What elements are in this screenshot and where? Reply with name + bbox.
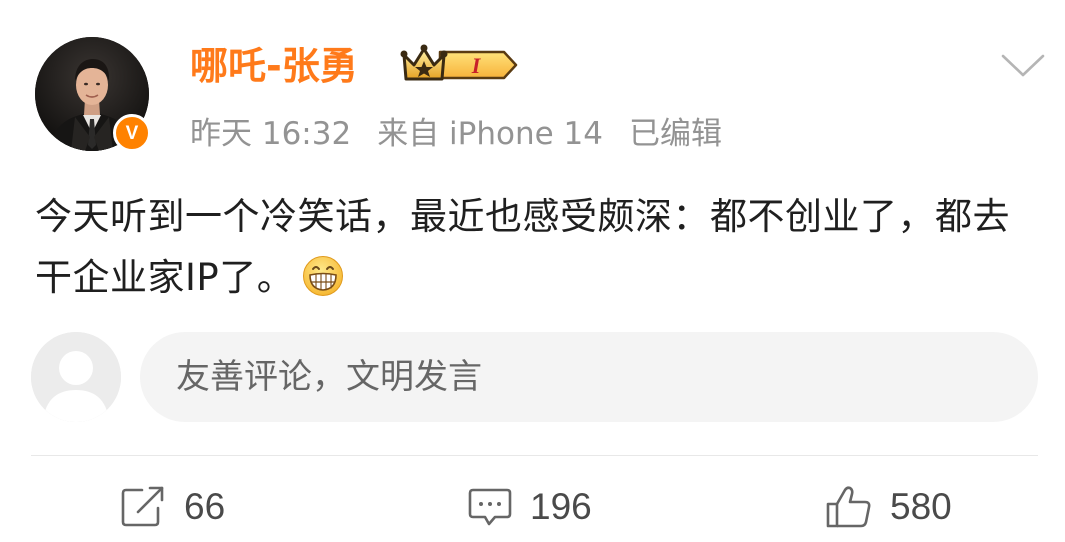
author-name[interactable]: 哪吒-张勇 <box>190 40 358 92</box>
share-icon <box>121 486 164 527</box>
default-avatar-icon[interactable] <box>31 332 121 422</box>
repost-button[interactable]: 66 <box>120 484 225 530</box>
comment-input[interactable] <box>140 332 1038 422</box>
edited-label[interactable]: 已编辑 <box>629 108 722 153</box>
post-text: 今天听到一个冷笑话，最近也感受颇深：都不创业了，都去干企业家IP了。 <box>35 195 1010 299</box>
post-header: V 哪吒-张勇 I 昨天 16:32 来自 iPhone 14 已编辑 <box>0 0 1065 165</box>
grinning-face-icon <box>303 256 344 296</box>
chevron-down-icon[interactable] <box>1000 52 1046 80</box>
comment-row <box>0 326 1065 426</box>
comment-count: 196 <box>530 486 592 527</box>
thumbs-up-icon <box>826 486 871 528</box>
post-time: 昨天 16:32 <box>190 115 352 152</box>
like-count: 580 <box>890 486 952 527</box>
post-source: 来自 iPhone 14 <box>377 115 603 152</box>
verified-badge-icon: V <box>113 114 151 152</box>
like-button[interactable]: 580 <box>826 484 952 530</box>
rank-level-label: I <box>471 53 482 78</box>
post-meta: 昨天 16:32 来自 iPhone 14 已编辑 <box>190 108 722 153</box>
post-content: 今天听到一个冷笑话，最近也感受颇深：都不创业了，都去干企业家IP了。 <box>35 186 1035 308</box>
comment-button[interactable]: 196 <box>468 484 592 530</box>
repost-count: 66 <box>184 486 226 527</box>
divider <box>31 455 1038 456</box>
comment-icon <box>468 488 512 526</box>
crown-rank-badge-icon[interactable]: I <box>400 43 520 87</box>
action-bar: 66 196 580 <box>0 472 1065 542</box>
